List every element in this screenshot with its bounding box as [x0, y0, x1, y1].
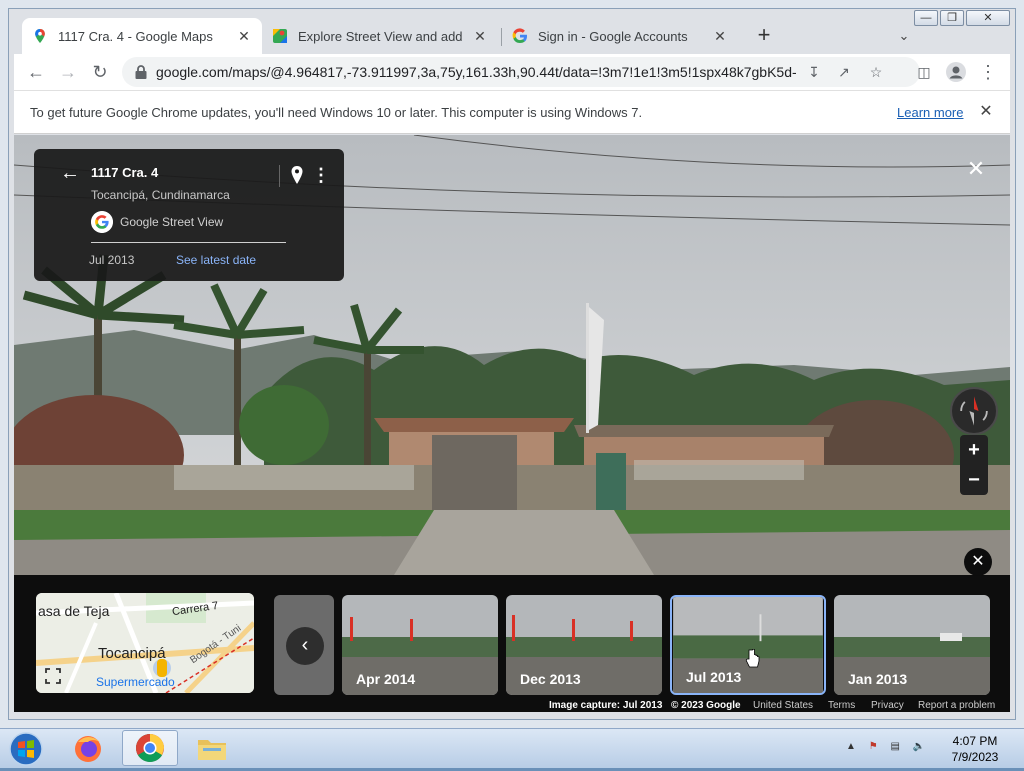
taskbar-explorer[interactable] — [184, 730, 240, 766]
url-text: google.com/maps/@4.964817,-73.911997,3a,… — [156, 64, 796, 80]
close-window-button[interactable]: ✕ — [966, 10, 1010, 26]
folder-icon — [198, 740, 226, 760]
minimize-button[interactable]: — — [914, 10, 938, 26]
timeline-prev-button[interactable]: ‹ — [286, 627, 324, 665]
country-link[interactable]: United States — [753, 700, 813, 711]
zoom-out-button[interactable]: − — [960, 465, 988, 495]
window-caption-buttons: — ❐ ✕ — [914, 10, 1010, 26]
hand-cursor-icon — [745, 649, 760, 668]
reload-button[interactable]: ↻ — [88, 60, 112, 84]
map-label: Tocancipá — [98, 645, 166, 662]
volume-icon[interactable]: 🔈 — [913, 741, 925, 752]
tab-close-icon[interactable]: ✕ — [472, 28, 488, 44]
mini-map[interactable]: asa de Teja Carrera 7 Tocancipá Bogotá -… — [36, 593, 254, 693]
tab-search-chevron-icon[interactable]: ⌄ — [894, 26, 914, 46]
capture-date: Jul 2013 — [89, 253, 135, 267]
infobar-message: To get future Google Chrome updates, you… — [30, 105, 643, 120]
start-button[interactable] — [6, 731, 46, 767]
browser-toolbar: ← → ↻ google.com/maps/@4.964817,-73.9119… — [14, 54, 1010, 90]
google-maps-pin-icon — [35, 29, 45, 43]
maps-favicon-icon — [273, 29, 287, 43]
update-infobar: To get future Google Chrome updates, you… — [14, 90, 1010, 134]
tab-strip: 1117 Cra. 4 - Google Maps ✕ Explore Stre… — [14, 18, 1004, 54]
zoom-in-button[interactable]: + — [960, 435, 988, 465]
show-hidden-icons-icon[interactable]: ▲ — [846, 741, 856, 752]
lock-icon — [135, 65, 147, 79]
restore-button[interactable]: ❐ — [940, 10, 964, 26]
privacy-link[interactable]: Privacy — [871, 700, 904, 711]
clock-date: 7/9/2023 — [951, 750, 999, 764]
avatar — [946, 62, 966, 82]
expand-map-icon[interactable] — [44, 667, 62, 685]
address-bar[interactable]: google.com/maps/@4.964817,-73.911997,3a,… — [122, 57, 920, 87]
timeline-thumbnail[interactable]: Jan 2013 — [834, 595, 990, 695]
timeline-date-label: Jul 2013 — [686, 669, 742, 685]
chrome-menu-icon[interactable]: ⋮ — [976, 60, 1000, 84]
learn-more-link[interactable]: Learn more — [897, 105, 963, 120]
action-center-flag-icon[interactable]: ⚑ — [869, 741, 878, 752]
tab-street-view[interactable]: Explore Street View and add your ✕ — [262, 18, 498, 54]
map-label: asa de Teja — [38, 603, 110, 619]
zoom-controls: + − — [960, 435, 988, 495]
close-street-view-icon[interactable]: ✕ — [964, 157, 988, 181]
tab-google-maps[interactable]: 1117 Cra. 4 - Google Maps ✕ — [22, 18, 262, 54]
timeline-date-label: Jan 2013 — [848, 671, 908, 687]
imagery-source: Google Street View — [120, 215, 224, 229]
compass-icon[interactable] — [950, 387, 998, 435]
google-g-icon — [91, 211, 113, 233]
time-travel-panel: ✕ asa de Teja Carrera 7 Tocancipá Bogotá… — [14, 548, 1010, 712]
close-timeline-icon[interactable]: ✕ — [964, 548, 992, 576]
map-pin-icon[interactable] — [290, 165, 304, 185]
more-options-icon[interactable]: ⋮ — [312, 165, 330, 185]
infobar-close-icon[interactable]: ✕ — [976, 101, 996, 121]
profile-avatar-icon[interactable] — [944, 60, 968, 84]
firefox-icon — [75, 736, 101, 762]
timeline-thumbnail[interactable]: Apr 2014 — [342, 595, 498, 695]
side-panel-icon[interactable]: ◫ — [912, 60, 936, 84]
taskbar-chrome[interactable] — [122, 730, 178, 766]
place-address: 1117 Cra. 4 — [91, 165, 159, 180]
tab-title: Explore Street View and add your — [298, 28, 466, 44]
tab-close-icon[interactable]: ✕ — [236, 28, 252, 44]
tab-title: Sign in - Google Accounts — [538, 28, 688, 44]
place-locality: Tocancipá, Cundinamarca — [91, 188, 230, 202]
timeline-thumbnail[interactable]: Dec 2013 — [506, 595, 662, 695]
back-arrow-icon[interactable]: ← — [60, 163, 80, 183]
new-tab-button[interactable]: + — [752, 24, 776, 48]
map-label: Supermercado — [96, 675, 175, 689]
clock-time: 4:07 PM — [952, 734, 998, 748]
tab-sign-in[interactable]: Sign in - Google Accounts ✕ — [502, 18, 738, 54]
taskbar-firefox[interactable] — [60, 730, 116, 766]
image-capture-text: Image capture: Jul 2013 — [549, 700, 663, 711]
share-icon[interactable]: ↗ — [834, 62, 854, 82]
card-separator — [91, 242, 286, 243]
tab-title: 1117 Cra. 4 - Google Maps — [58, 28, 213, 44]
tab-close-icon[interactable]: ✕ — [712, 28, 728, 44]
taskbar-clock[interactable]: 4:07 PM 7/9/2023 — [940, 733, 1010, 765]
chrome-icon — [136, 734, 164, 762]
report-problem-link[interactable]: Report a problem — [918, 700, 995, 711]
terms-link[interactable]: Terms — [828, 700, 855, 711]
forward-button[interactable]: → — [56, 60, 80, 84]
windows-taskbar: ▲ ⚑ ▤ 🔈 4:07 PM 7/9/2023 — [0, 728, 1024, 768]
see-latest-date-link[interactable]: See latest date — [176, 253, 256, 267]
timeline-thumbnail-selected[interactable]: Jul 2013 — [670, 595, 826, 695]
bookmark-star-icon[interactable]: ☆ — [866, 62, 886, 82]
back-button[interactable]: ← — [24, 60, 48, 84]
browser-window: — ❐ ✕ 1117 Cra. 4 - Google Maps ✕ Explor… — [0, 0, 1024, 728]
timeline-date-label: Dec 2013 — [520, 671, 581, 687]
map-footer: Image capture: Jul 2013 © 2023 Google Un… — [14, 700, 1010, 712]
timeline-date-label: Apr 2014 — [356, 671, 416, 687]
network-icon[interactable]: ▤ — [890, 741, 899, 752]
copyright-text: © 2023 Google — [671, 700, 741, 711]
place-info-card: ← 1117 Cra. 4 Tocancipá, Cundinamarca Go… — [34, 149, 344, 281]
system-tray: ▲ ⚑ ▤ 🔈 — [846, 741, 925, 752]
google-g-icon — [512, 28, 527, 44]
street-view-viewer[interactable]: ← 1117 Cra. 4 Tocancipá, Cundinamarca Go… — [14, 135, 1010, 712]
card-divider — [279, 165, 280, 187]
install-app-icon[interactable]: ↧ — [804, 62, 824, 82]
